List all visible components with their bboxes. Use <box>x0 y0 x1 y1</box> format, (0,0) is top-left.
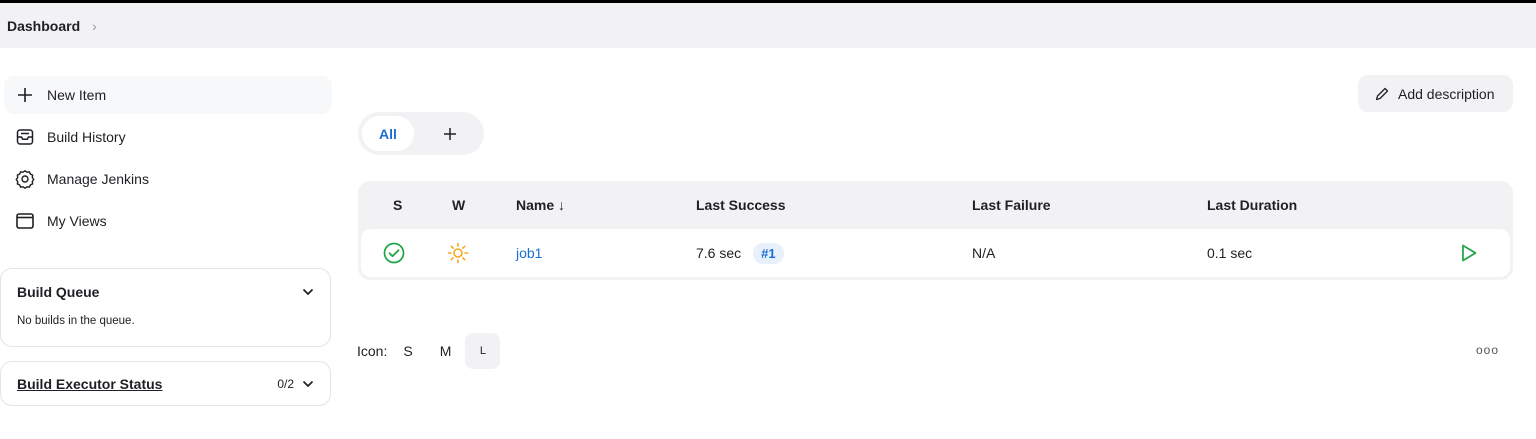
sidebar-item-label: My Views <box>47 213 107 229</box>
add-description-label: Add description <box>1398 85 1495 102</box>
last-success-cell: 7.6 sec #1 <box>696 229 784 277</box>
sidebar-item-label: Build History <box>47 129 126 145</box>
jobs-table: S W Name ↓ Last Success Last Failure Las… <box>358 181 1513 280</box>
breadcrumb-dashboard[interactable]: Dashboard <box>7 18 80 34</box>
add-description-button[interactable]: Add description <box>1358 75 1513 112</box>
column-header-name[interactable]: Name ↓ <box>516 197 565 213</box>
icon-size-medium[interactable]: M <box>440 343 452 359</box>
build-queue-title: Build Queue <box>17 284 100 300</box>
view-tabs: All <box>358 112 484 155</box>
job-name-link[interactable]: job1 <box>516 229 542 277</box>
success-status-icon[interactable] <box>383 229 405 277</box>
plus-icon <box>443 127 457 141</box>
icon-size-selector: Icon: S M L <box>357 333 501 369</box>
sidebar-item-manage-jenkins[interactable]: Manage Jenkins <box>4 160 332 198</box>
last-duration-cell: 0.1 sec <box>1207 245 1253 261</box>
build-queue-empty-text: No builds in the queue. <box>17 315 135 327</box>
table-row: job1 7.6 sec #1 N/A 0.1 sec <box>361 229 1510 277</box>
sidebar-item-build-history[interactable]: Build History <box>4 118 332 156</box>
breadcrumb: Dashboard › <box>0 3 1536 48</box>
column-header-last-success[interactable]: Last Success <box>696 197 786 213</box>
pencil-icon <box>1374 86 1390 102</box>
build-queue-header[interactable]: Build Queue <box>1 269 330 315</box>
chevron-down-icon[interactable] <box>302 288 314 296</box>
sidebar-item-my-views[interactable]: My Views <box>4 202 332 240</box>
plus-icon <box>14 84 36 106</box>
build-number-link[interactable]: #1 <box>753 242 784 264</box>
sunny-weather-icon[interactable] <box>447 229 469 277</box>
add-view-button[interactable] <box>436 116 464 151</box>
gear-icon <box>14 168 36 190</box>
column-header-weather[interactable]: W <box>452 197 465 213</box>
icon-size-label: Icon: <box>357 343 388 359</box>
sidebar-item-label: New Item <box>47 87 107 103</box>
executor-count: 0/2 <box>277 376 294 391</box>
window-icon <box>14 210 36 232</box>
inbox-icon <box>14 126 36 148</box>
build-queue-panel: Build Queue No builds in the queue. <box>0 268 331 347</box>
more-options-icon[interactable]: ooo <box>1476 343 1499 357</box>
icon-size-small[interactable]: S <box>403 343 412 359</box>
last-success-time: 7.6 sec <box>696 245 742 261</box>
build-executor-header: Build Executor Status 0/2 <box>1 362 330 405</box>
icon-size-large[interactable]: L <box>465 333 501 369</box>
last-failure-cell: N/A <box>972 245 996 261</box>
sidebar-item-new-item[interactable]: New Item <box>4 76 332 114</box>
column-header-last-failure[interactable]: Last Failure <box>972 197 1051 213</box>
sidebar-item-label: Manage Jenkins <box>47 171 149 187</box>
build-executor-panel: Build Executor Status 0/2 <box>0 361 331 406</box>
breadcrumb-separator[interactable]: › <box>92 18 97 34</box>
chevron-down-icon[interactable] <box>302 380 314 388</box>
column-header-status[interactable]: S <box>393 197 402 213</box>
build-executor-title[interactable]: Build Executor Status <box>17 376 162 392</box>
column-header-last-duration[interactable]: Last Duration <box>1207 197 1297 213</box>
play-icon[interactable] <box>1460 229 1478 277</box>
tab-all[interactable]: All <box>362 116 414 151</box>
